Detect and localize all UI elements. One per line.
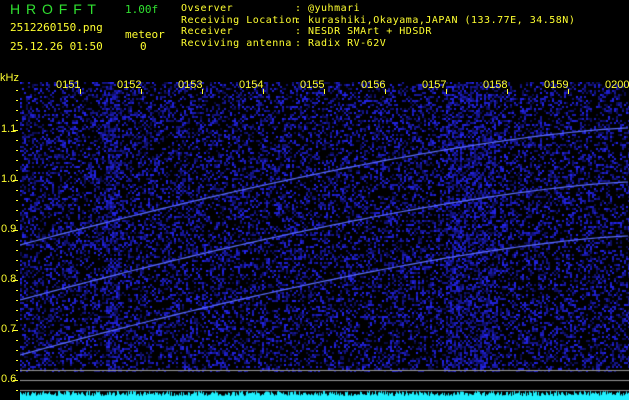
y-tick-label: 0.7 bbox=[1, 323, 17, 335]
info-label: Recviving antenna bbox=[181, 38, 292, 50]
y-tick-label: 0.9 bbox=[1, 223, 17, 235]
info-label: Ovserver bbox=[181, 3, 234, 14]
y-minor-tick bbox=[16, 170, 18, 171]
y-minor-tick bbox=[16, 230, 18, 231]
x-tick bbox=[568, 89, 569, 94]
x-tick bbox=[507, 89, 508, 94]
meteor-count: 0 bbox=[140, 40, 147, 53]
y-minor-tick bbox=[16, 190, 18, 191]
y-minor-tick bbox=[16, 210, 18, 211]
x-tick-label: 0153 bbox=[178, 79, 203, 91]
y-tick-label: 0.8 bbox=[1, 273, 17, 285]
y-minor-tick bbox=[16, 390, 18, 391]
version: 1.00f bbox=[125, 3, 159, 16]
info-colon: : bbox=[295, 26, 302, 38]
x-tick bbox=[324, 89, 325, 94]
x-tick-label: 0154 bbox=[239, 79, 264, 91]
y-minor-tick bbox=[16, 90, 18, 91]
x-tick bbox=[80, 89, 81, 94]
info-value: kurashiki,Okayama,JAPAN (133.77E, 34.58N… bbox=[308, 14, 576, 26]
y-minor-tick bbox=[16, 280, 18, 281]
axis-unit: kHz bbox=[0, 72, 19, 84]
info-label: Receiving Location bbox=[181, 14, 299, 26]
y-minor-tick bbox=[16, 100, 18, 101]
y-minor-tick bbox=[16, 250, 18, 251]
y-minor-tick bbox=[16, 120, 18, 121]
datetime: 25.12.26 01:50 bbox=[10, 40, 103, 53]
info-value: Radix RV-62V bbox=[308, 38, 387, 50]
x-tick-label: 0157 bbox=[422, 79, 447, 91]
info-value: NESDR SMArt + HDSDR bbox=[308, 26, 432, 38]
info-value: @yuhmari bbox=[308, 3, 361, 14]
x-tick bbox=[385, 89, 386, 94]
info-colon: : bbox=[295, 38, 302, 50]
y-minor-tick bbox=[16, 160, 18, 161]
y-tick-label: 1.0 bbox=[1, 173, 17, 185]
y-minor-tick bbox=[16, 300, 18, 301]
x-tick bbox=[446, 89, 447, 94]
y-minor-tick bbox=[16, 360, 18, 361]
info-colon: : bbox=[295, 14, 302, 26]
y-minor-tick bbox=[16, 340, 18, 341]
y-minor-tick bbox=[16, 270, 18, 271]
x-tick-label: 0152 bbox=[117, 79, 142, 91]
y-minor-tick bbox=[16, 110, 18, 111]
app-logo: H R O F F T bbox=[10, 1, 97, 17]
y-minor-tick bbox=[16, 350, 18, 351]
info-label: Receiver bbox=[181, 26, 234, 38]
y-tick-label: 0.6 bbox=[1, 373, 17, 385]
x-tick-label: 0155 bbox=[300, 79, 325, 91]
y-minor-tick bbox=[16, 200, 18, 201]
y-minor-tick bbox=[16, 130, 18, 131]
y-minor-tick bbox=[16, 140, 18, 141]
info-colon: : bbox=[295, 3, 302, 14]
x-tick bbox=[141, 89, 142, 94]
y-minor-tick bbox=[16, 310, 18, 311]
x-tick-label: 0151 bbox=[56, 79, 81, 91]
y-minor-tick bbox=[16, 180, 18, 181]
y-minor-tick bbox=[16, 320, 18, 321]
y-minor-tick bbox=[16, 240, 18, 241]
x-tick bbox=[263, 89, 264, 94]
y-tick-label: 1.1 bbox=[1, 123, 17, 135]
y-minor-tick bbox=[16, 150, 18, 151]
x-tick-label: 0200 bbox=[605, 79, 629, 91]
y-minor-tick bbox=[16, 290, 18, 291]
spectrogram bbox=[20, 82, 629, 400]
y-minor-tick bbox=[16, 380, 18, 381]
x-tick-label: 0159 bbox=[544, 79, 569, 91]
y-minor-tick bbox=[16, 220, 18, 221]
x-tick-label: 0158 bbox=[483, 79, 508, 91]
y-minor-tick bbox=[16, 370, 18, 371]
x-tick bbox=[202, 89, 203, 94]
y-minor-tick bbox=[16, 260, 18, 261]
y-minor-tick bbox=[16, 330, 18, 331]
x-tick-label: 0156 bbox=[361, 79, 386, 91]
filename: 2512260150.png bbox=[10, 21, 103, 34]
